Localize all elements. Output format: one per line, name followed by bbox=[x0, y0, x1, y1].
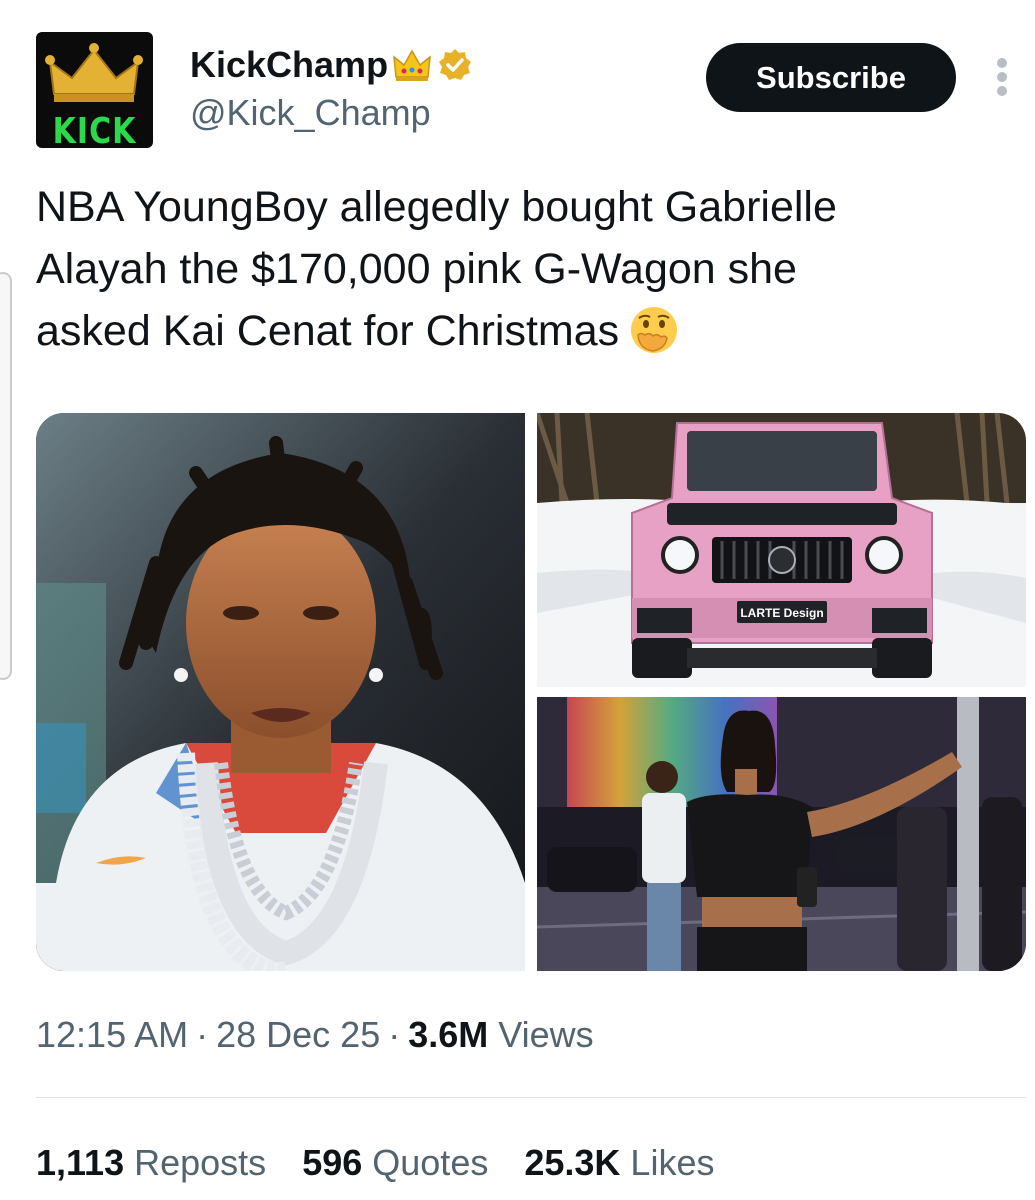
likes-label: Likes bbox=[630, 1142, 715, 1183]
author-display-name[interactable]: KickChamp bbox=[190, 44, 388, 86]
media-grid: LARTE Design bbox=[36, 413, 1026, 971]
quotes-stat[interactable]: 596 Quotes bbox=[302, 1142, 488, 1184]
quotes-count: 596 bbox=[302, 1142, 363, 1183]
portrait-photo-illustration bbox=[36, 413, 525, 971]
views-label: Views bbox=[498, 1014, 594, 1055]
car-photo-illustration bbox=[537, 413, 1026, 687]
tweet-text-line-content: asked Kai Cenat for Christmas bbox=[36, 307, 620, 355]
tweet-detail-page: KICK KickChamp @Kick_Champ Subscribe NBA… bbox=[0, 0, 1035, 1200]
subscribe-button[interactable]: Subscribe bbox=[706, 43, 956, 112]
tweet-meta-row: 12:15 AM · 28 Dec 25 · 3.6M Views bbox=[36, 1014, 594, 1056]
reposts-label: Reposts bbox=[134, 1142, 267, 1183]
tweet-text: NBA YoungBoy allegedly bought Gabrielle … bbox=[36, 176, 1016, 362]
author-name-row[interactable]: KickChamp bbox=[190, 44, 472, 86]
tweet-date[interactable]: 28 Dec 25 bbox=[216, 1014, 380, 1055]
media-photo-street[interactable] bbox=[537, 697, 1026, 971]
crown-emoji-icon bbox=[393, 49, 431, 81]
divider bbox=[36, 1097, 1026, 1098]
car-plate-watermark: LARTE Design bbox=[740, 606, 824, 620]
side-drawer-handle[interactable] bbox=[0, 272, 12, 680]
avatar[interactable]: KICK bbox=[36, 32, 153, 148]
likes-count: 25.3K bbox=[524, 1142, 621, 1183]
engagement-stats-row: 1,113 Reposts 596 Quotes 25.3K Likes bbox=[36, 1142, 714, 1184]
meta-separator: · bbox=[196, 1014, 209, 1055]
tweet-text-line: Alayah the $170,000 pink G-Wagon she bbox=[36, 245, 797, 293]
author-handle[interactable]: @Kick_Champ bbox=[190, 92, 431, 134]
quotes-label: Quotes bbox=[372, 1142, 489, 1183]
tweet-time[interactable]: 12:15 AM bbox=[36, 1014, 188, 1055]
media-photo-portrait[interactable] bbox=[36, 413, 525, 971]
media-photo-pink-gwagon[interactable]: LARTE Design bbox=[537, 413, 1026, 687]
tweet-text-line: asked Kai Cenat for Christmas bbox=[36, 300, 1016, 362]
street-photo-illustration bbox=[537, 697, 1026, 971]
tweet-text-line: NBA YoungBoy allegedly bought Gabrielle bbox=[36, 183, 837, 231]
avatar-logo-text: KICK bbox=[52, 110, 137, 149]
likes-stat[interactable]: 25.3K Likes bbox=[524, 1142, 714, 1184]
reposts-stat[interactable]: 1,113 Reposts bbox=[36, 1142, 266, 1184]
more-options-icon[interactable] bbox=[992, 58, 1012, 98]
verified-badge-icon bbox=[439, 49, 472, 80]
face-with-hand-over-mouth-icon bbox=[631, 307, 678, 353]
meta-separator: · bbox=[388, 1014, 401, 1055]
reposts-count: 1,113 bbox=[36, 1142, 125, 1183]
views-count: 3.6M bbox=[408, 1014, 489, 1055]
